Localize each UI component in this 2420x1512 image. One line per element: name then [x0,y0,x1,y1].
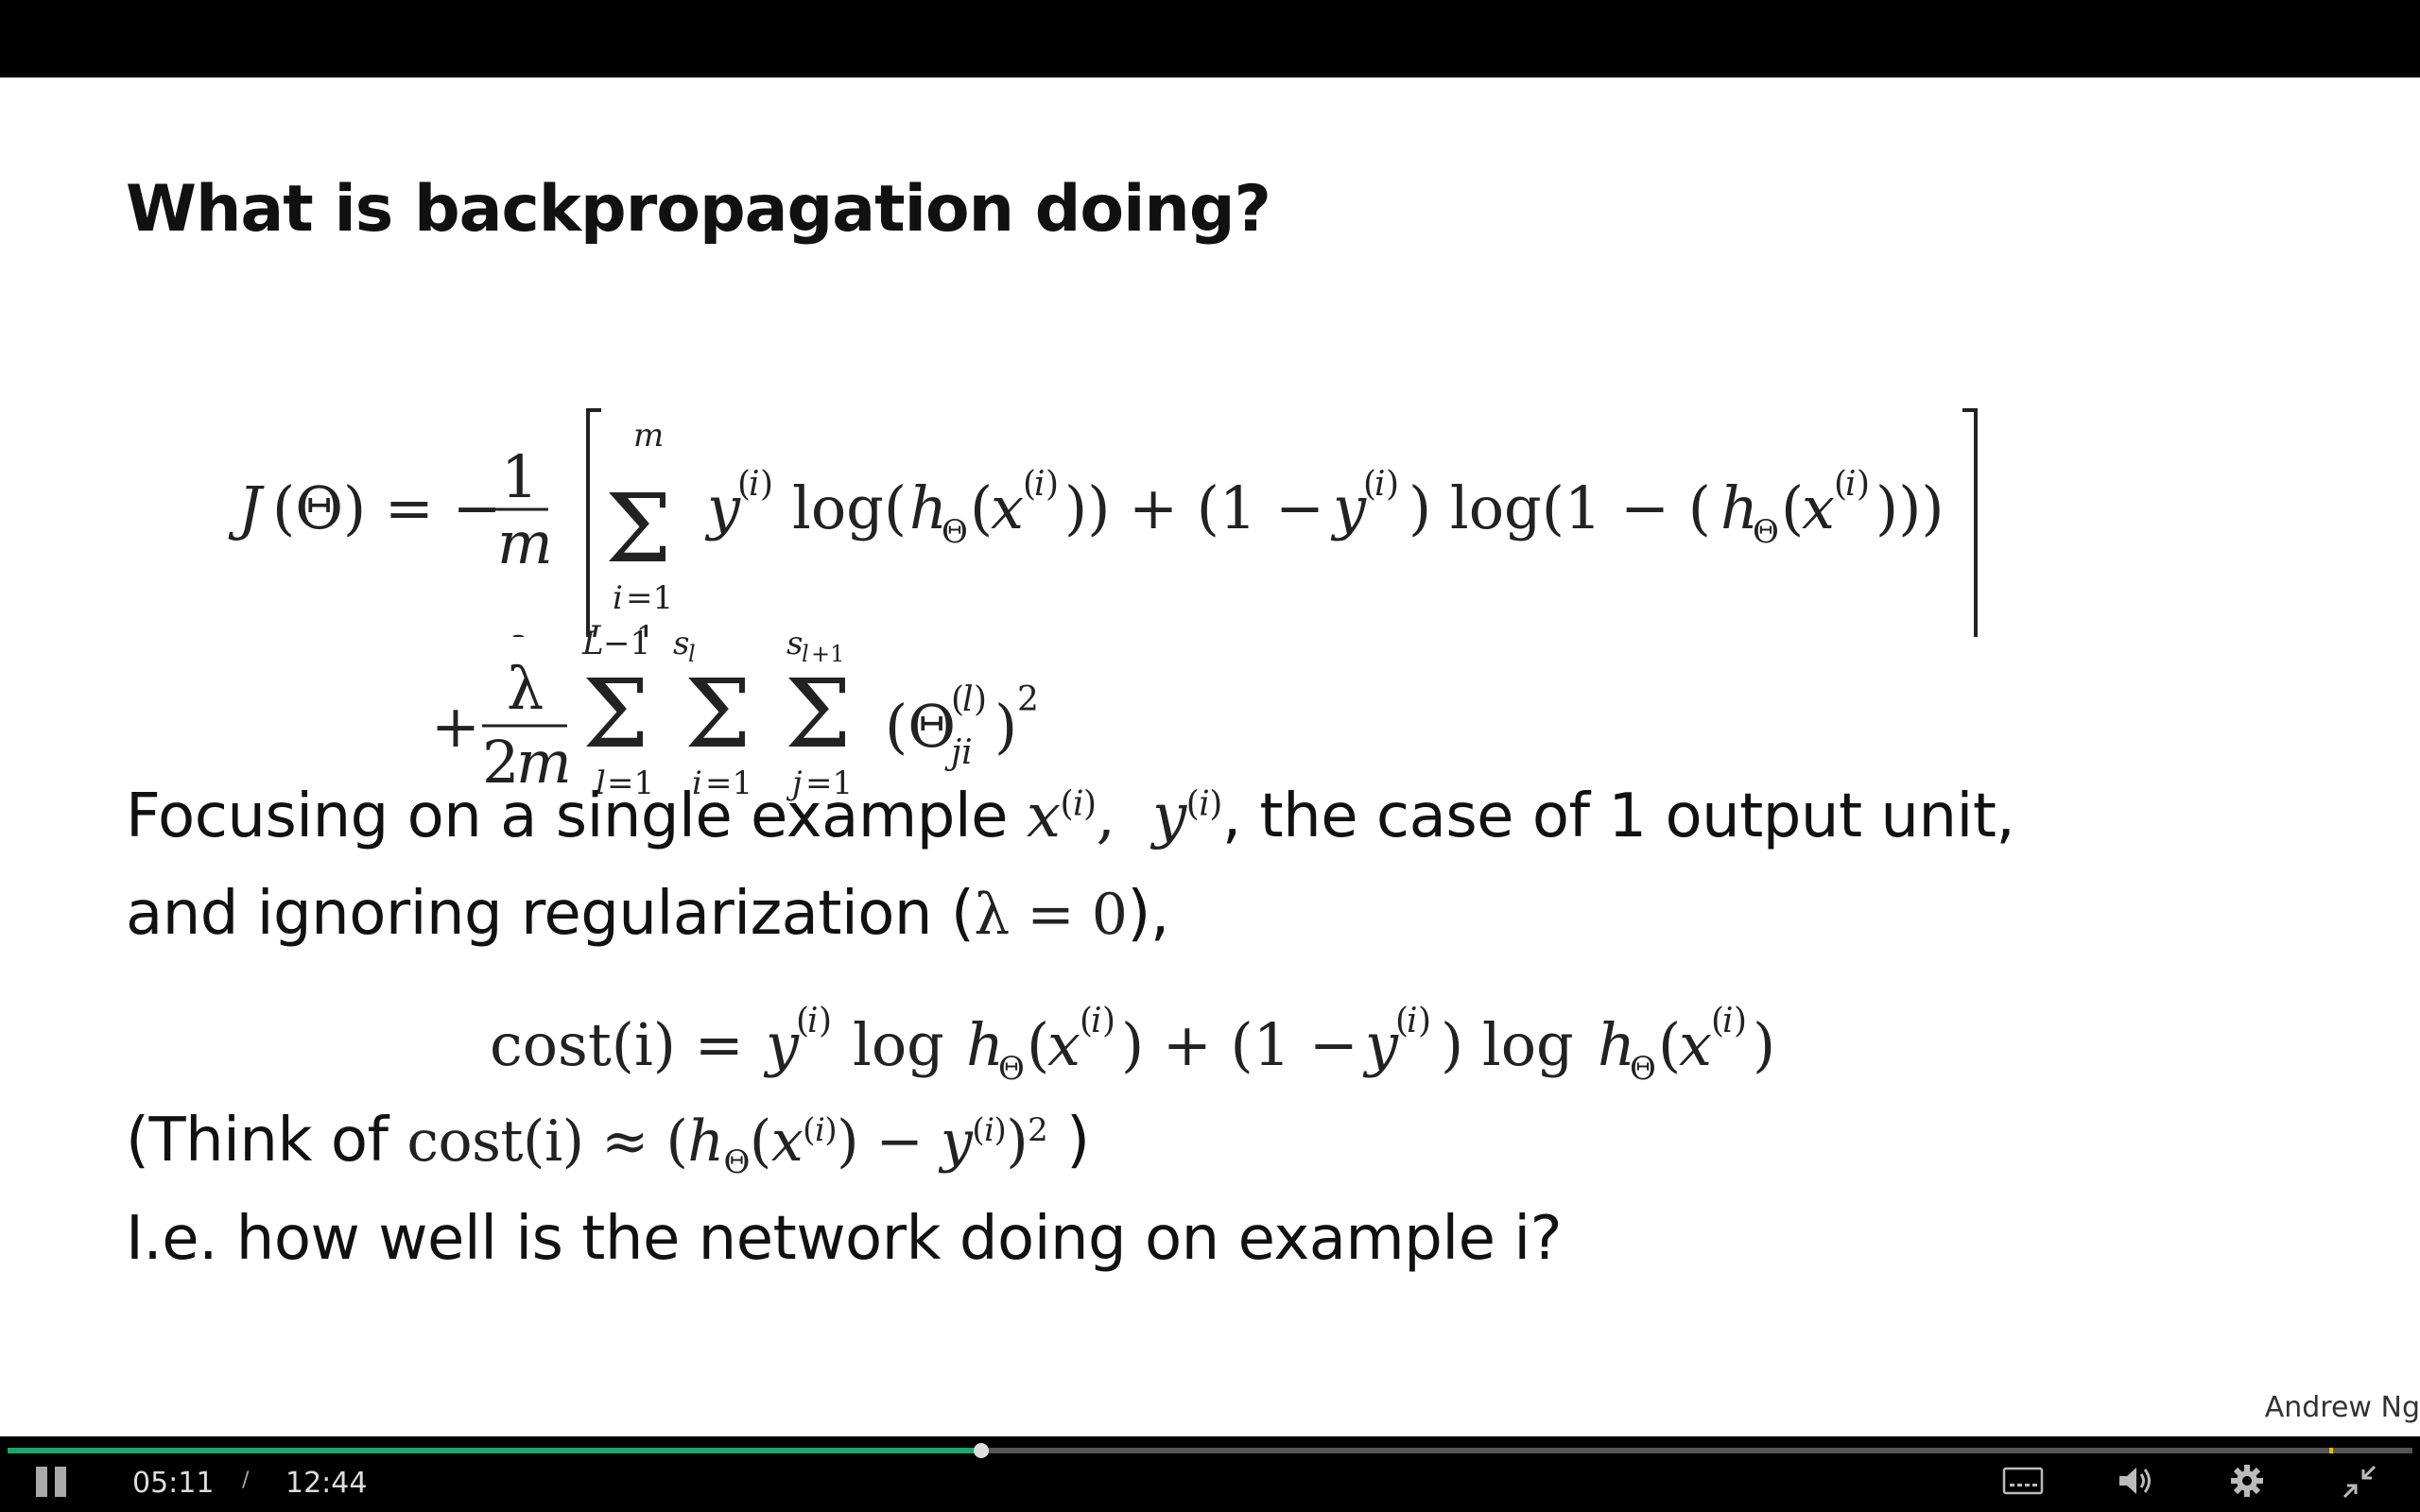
svg-text:y: y [1362,1010,1399,1079]
svg-text:m: m [633,417,664,455]
slide-line-1: Focusing on a single example x(i), y(i),… [126,782,2015,851]
exit-fullscreen-button[interactable] [2342,1465,2377,1506]
volume-button[interactable] [2116,1463,2157,1506]
slide-line-4: I.e. how well is the network doing on ex… [126,1204,1563,1274]
svg-text:y: y [763,1010,800,1079]
svg-text:)) + (1 −: )) + (1 − [1064,473,1324,542]
svg-text:s: s [673,625,689,662]
svg-text:−1: −1 [603,625,650,662]
seek-bar[interactable] [8,1443,2412,1458]
cost-function-equation: J (Θ) = − 1 m m Σ i =1 y (i) log( h Θ ( … [228,408,1978,637]
svg-text:Θ: Θ [998,1050,1025,1088]
line-2-suffix: ), [1127,879,1169,949]
svg-text:y: y [704,473,741,542]
lambda-zero-math: λ = 0 [974,882,1128,948]
settings-button[interactable] [2229,1463,2265,1506]
slide-line-2: and ignoring regularization (λ = 0), [126,879,1169,949]
captions-button[interactable] [2002,1465,2044,1504]
svg-text:): ) [1046,465,1059,504]
volume-icon [2119,1468,2151,1494]
svg-text:l: l [962,680,974,719]
seek-progress [8,1448,982,1453]
pause-button[interactable] [34,1465,72,1506]
svg-text:i: i [1407,1002,1418,1040]
svg-text:Σ: Σ [684,659,752,769]
svg-text:i: i [749,465,760,504]
svg-text:(: ( [1658,1010,1681,1079]
line-3-suffix: ) [1066,1106,1090,1176]
svg-text:(: ( [970,473,993,542]
svg-text:Θ: Θ [1630,1050,1656,1088]
exit-fullscreen-icon [2342,1465,2377,1499]
svg-text:) + (1 −: ) + (1 − [1121,1010,1358,1079]
svg-text:λ: λ [507,654,544,723]
svg-text:+: + [431,692,480,761]
duration: 12:44 [285,1467,368,1500]
svg-text:(Θ: (Θ [885,692,956,761]
svg-text:L: L [581,625,604,662]
seek-handle[interactable] [974,1443,990,1458]
current-time: 05:11 [132,1467,215,1500]
svg-text:): ) [1386,465,1399,504]
svg-text:J: J [228,473,265,542]
svg-text:i: i [1374,465,1386,504]
svg-text:x: x [1047,1010,1080,1079]
svg-text:): ) [1734,1002,1747,1040]
svg-text:): ) [1102,1002,1115,1040]
time-separator: / [242,1469,250,1492]
captions-icon [2002,1467,2044,1495]
example-math: x(i), y(i) [1026,782,1223,851]
svg-text:cost(i) =: cost(i) = [490,1010,744,1079]
line-1-suffix: , the case of 1 output unit, [1221,782,2015,851]
svg-text:): ) [819,1002,832,1040]
svg-text:Θ: Θ [1753,513,1779,551]
svg-text:i: i [1034,465,1046,504]
svg-text:Θ: Θ [942,513,968,551]
svg-text:log: log [853,1010,944,1079]
svg-text:s: s [786,625,803,662]
svg-text:y: y [1330,473,1367,542]
slide-credit: Andrew Ng [2264,1391,2420,1424]
svg-text:): ) [1857,465,1870,504]
slide: What is backpropagation doing? J (Θ) = −… [0,77,2420,1436]
svg-text:Σ: Σ [582,659,649,769]
top-letterbox [0,0,2420,77]
video-controls: 05:11 / 12:44 [0,1436,2420,1512]
svg-text:Σ: Σ [605,473,672,584]
per-example-cost-equation: cost(i) = y (i) log h Θ ( x (i) ) + (1 −… [490,1002,1775,1088]
svg-text:) log: ) log [1441,1010,1574,1079]
pause-icon [36,1467,66,1497]
line-1-prefix: Focusing on a single example [126,782,1009,851]
svg-text:))): ))) [1876,473,1945,542]
line-3-prefix: (Think of [126,1106,389,1176]
svg-text:(: ( [1781,473,1804,542]
svg-text:i: i [1845,465,1857,504]
settings-icon [2231,1465,2263,1497]
svg-text:): ) [1418,1002,1431,1040]
svg-text:Σ: Σ [785,659,852,769]
slide-title: What is backpropagation doing? [126,172,1271,247]
svg-text:): ) [974,680,987,719]
svg-text:1: 1 [501,442,538,511]
seek-marker [2329,1448,2333,1453]
svg-text:) log(1 − (: ) log(1 − ( [1409,473,1711,542]
svg-text:log(: log( [792,473,907,542]
svg-text:m: m [497,508,553,577]
svg-text:): ) [1753,1010,1775,1079]
cost-approx-math: cost(i) ≈ (hΘ(x(i)) − y(i))2 [406,1108,1048,1181]
svg-text:(: ( [1027,1010,1049,1079]
slide-line-3: (Think of cost(i) ≈ (hΘ(x(i)) − y(i))2 ) [126,1106,1090,1181]
svg-text:): ) [994,692,1017,761]
line-2-prefix: and ignoring regularization ( [126,879,975,949]
svg-text:i: i [807,1002,819,1040]
svg-text:2: 2 [1017,680,1039,719]
svg-text:x: x [1679,1010,1712,1079]
svg-text:(Θ) = −: (Θ) = − [272,473,502,542]
svg-text:i: i [1722,1002,1734,1040]
svg-text:): ) [760,465,773,504]
svg-text:x: x [1802,473,1835,542]
svg-text:x: x [991,473,1024,542]
svg-text:i: i [1091,1002,1102,1040]
